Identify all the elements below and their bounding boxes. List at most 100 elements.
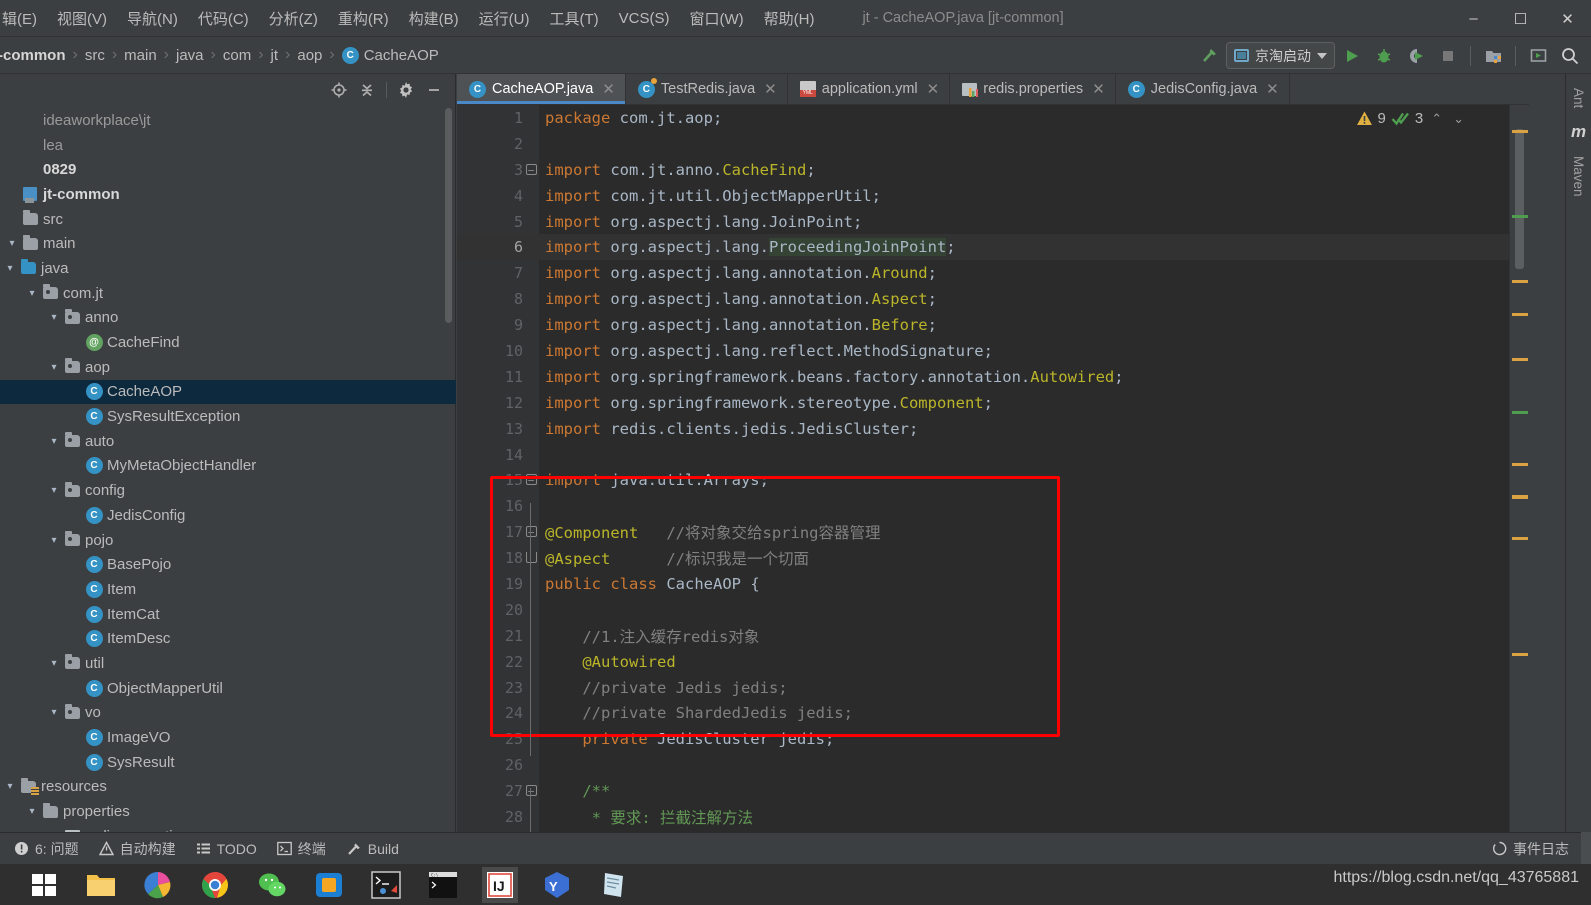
tree-item[interactable]: C SysResult <box>0 750 456 775</box>
code-line[interactable]: 24 //private ShardedJedis jedis; <box>457 700 1529 726</box>
tree-item[interactable]: ▾ com.jt <box>0 281 456 306</box>
tool-window-button-m[interactable]: m <box>1569 120 1588 144</box>
code-line[interactable]: 23 //private Jedis jedis; <box>457 675 1529 701</box>
code-line[interactable]: 21 //1.注入缓存redis对象 <box>457 623 1529 649</box>
run-configuration-selector[interactable]: 京淘启动 <box>1226 42 1335 69</box>
breadcrumb-item-aop[interactable]: aop <box>292 45 327 66</box>
hammer-icon[interactable] <box>1194 42 1224 70</box>
editor-viewport[interactable]: 1 package com.jt.aop; 2 3− import com.jt.ann… <box>457 105 1529 832</box>
status-item-problems[interactable]: 6: 问题 <box>6 836 87 862</box>
hide-panel-icon[interactable] <box>421 77 447 103</box>
wechat-icon[interactable] <box>254 867 290 903</box>
error-stripe-bar[interactable] <box>1509 105 1529 832</box>
status-item-auto-build[interactable]: 自动构建 <box>91 836 184 862</box>
minimize-button[interactable]: – <box>1450 0 1497 37</box>
chevron-down-icon[interactable]: ▾ <box>4 238 20 249</box>
menu-item-0[interactable]: 辑(E) <box>0 5 47 32</box>
tree-item[interactable]: C CacheAOP <box>0 379 456 405</box>
tree-item[interactable]: redis.properties <box>0 824 456 832</box>
debug-icon[interactable] <box>1369 42 1399 70</box>
collapse-all-icon[interactable] <box>354 77 380 103</box>
inspection-widget[interactable]: 9 3 ⌃ ⌄ <box>1356 110 1468 127</box>
breadcrumb-item-java[interactable]: java <box>171 45 209 66</box>
code-fold-icon[interactable] <box>525 552 537 564</box>
code-line[interactable]: 19 public class CacheAOP { <box>457 571 1529 597</box>
editor-scrollbar-thumb[interactable] <box>1515 129 1524 269</box>
editor-tab-cacheaop-java[interactable]: C CacheAOP.java ✕ <box>457 74 626 104</box>
breadcrumb-item-jt[interactable]: jt <box>266 45 284 66</box>
chevron-down-icon[interactable]: ▾ <box>24 288 40 299</box>
colorful-browser-icon[interactable] <box>140 867 176 903</box>
stop-icon[interactable] <box>1433 42 1463 70</box>
code-line[interactable]: 7 import org.aspectj.lang.annotation.Arou… <box>457 260 1529 286</box>
tree-item[interactable]: ▾ aop <box>0 355 456 380</box>
chevron-down-icon[interactable]: ▾ <box>46 362 62 373</box>
menu-item-6[interactable]: 构建(B) <box>399 5 469 32</box>
project-tree[interactable]: ideaworkplace\jt lea 0829 jt-common src ▾… <box>0 105 456 832</box>
status-item-todo[interactable]: TODO <box>188 838 265 860</box>
code-fold-icon[interactable]: − <box>525 163 537 176</box>
console-icon[interactable] <box>368 867 404 903</box>
code-line[interactable]: 20 <box>457 597 1529 623</box>
status-right-scroll[interactable] <box>1581 832 1591 864</box>
code-line[interactable]: 10 import org.aspectj.lang.reflect.Method… <box>457 338 1529 364</box>
tool-window-button-maven[interactable]: Maven <box>1569 150 1588 203</box>
code-line[interactable]: 13 import redis.clients.jedis.JedisCluste… <box>457 416 1529 442</box>
menu-item-1[interactable]: 视图(V) <box>47 5 117 32</box>
tree-item[interactable]: ▾ util <box>0 651 456 676</box>
code-line[interactable]: 12 import org.springframework.stereotype.… <box>457 390 1529 416</box>
menu-item-3[interactable]: 代码(C) <box>188 5 259 32</box>
tool-window-button-ant[interactable]: Ant <box>1569 82 1588 114</box>
tree-item[interactable]: C MyMetaObjectHandler <box>0 454 456 479</box>
code-line[interactable]: 25 private JedisCluster jedis; <box>457 726 1529 752</box>
breadcrumb-item-main[interactable]: main <box>119 45 162 66</box>
blue-app-icon[interactable] <box>311 867 347 903</box>
menu-item-8[interactable]: 工具(T) <box>539 5 608 32</box>
search-everywhere-icon[interactable] <box>1555 42 1585 70</box>
tree-item[interactable]: ▾ resources <box>0 775 456 800</box>
tree-item[interactable]: ▾ pojo <box>0 528 456 553</box>
tree-item[interactable]: C SysResultException <box>0 404 456 429</box>
chevron-down-icon[interactable]: ▾ <box>46 535 62 546</box>
gear-icon[interactable] <box>393 77 419 103</box>
menu-item-9[interactable]: VCS(S) <box>609 7 680 30</box>
locate-icon[interactable] <box>326 77 352 103</box>
notes-app-icon[interactable] <box>596 867 632 903</box>
close-icon[interactable]: ✕ <box>1092 80 1105 98</box>
breadcrumb-item-cacheaop[interactable]: C CacheAOP <box>337 45 444 66</box>
code-line[interactable]: 3− import com.jt.anno.CacheFind; <box>457 157 1529 183</box>
file-explorer-icon[interactable] <box>83 867 119 903</box>
chrome-icon[interactable] <box>197 867 233 903</box>
project-structure-icon[interactable] <box>1478 42 1508 70</box>
status-item-event-log[interactable]: 事件日志 <box>1484 836 1577 862</box>
intellij-idea-icon[interactable]: IJ <box>482 866 518 903</box>
code-line[interactable]: 27− /** <box>457 778 1529 804</box>
tree-item[interactable]: ▾ main <box>0 231 456 256</box>
breadcrumb-item-t-common[interactable]: t-common <box>0 45 71 66</box>
breadcrumb-item-com[interactable]: com <box>218 45 256 66</box>
tree-item[interactable]: C ItemCat <box>0 602 456 627</box>
code-line[interactable]: 9 import org.aspectj.lang.annotation.Befo… <box>457 312 1529 338</box>
tree-item[interactable]: ▾ auto <box>0 429 456 454</box>
close-icon[interactable]: ✕ <box>764 80 777 98</box>
editor-tab-testredis-java[interactable]: C TestRedis.java ✕ <box>626 74 788 104</box>
tree-item[interactable]: 0829 <box>0 157 456 182</box>
editor-tab-application-yml[interactable]: application.yml ✕ <box>788 74 951 104</box>
close-icon[interactable]: ✕ <box>602 80 615 98</box>
code-line[interactable]: 2 <box>457 131 1529 157</box>
tree-item[interactable]: C ImageVO <box>0 725 456 750</box>
menu-item-5[interactable]: 重构(R) <box>328 5 399 32</box>
tree-item[interactable]: ideaworkplace\jt <box>0 108 456 133</box>
chevron-down-icon[interactable]: ▾ <box>2 781 18 792</box>
menu-item-2[interactable]: 导航(N) <box>117 5 188 32</box>
code-line[interactable]: 16 <box>457 493 1529 519</box>
close-icon[interactable]: ✕ <box>1266 80 1279 98</box>
tree-item[interactable]: ▾ java <box>0 256 456 281</box>
tree-item[interactable]: lea <box>0 133 456 158</box>
code-line[interactable]: 26 <box>457 752 1529 778</box>
maximize-button[interactable]: ☐ <box>1497 0 1544 37</box>
tree-item[interactable]: C ItemDesc <box>0 626 456 651</box>
run-with-coverage-icon[interactable] <box>1401 42 1431 70</box>
code-line[interactable]: 22 @Autowired <box>457 649 1529 675</box>
next-problem-icon[interactable]: ⌄ <box>1450 111 1467 127</box>
